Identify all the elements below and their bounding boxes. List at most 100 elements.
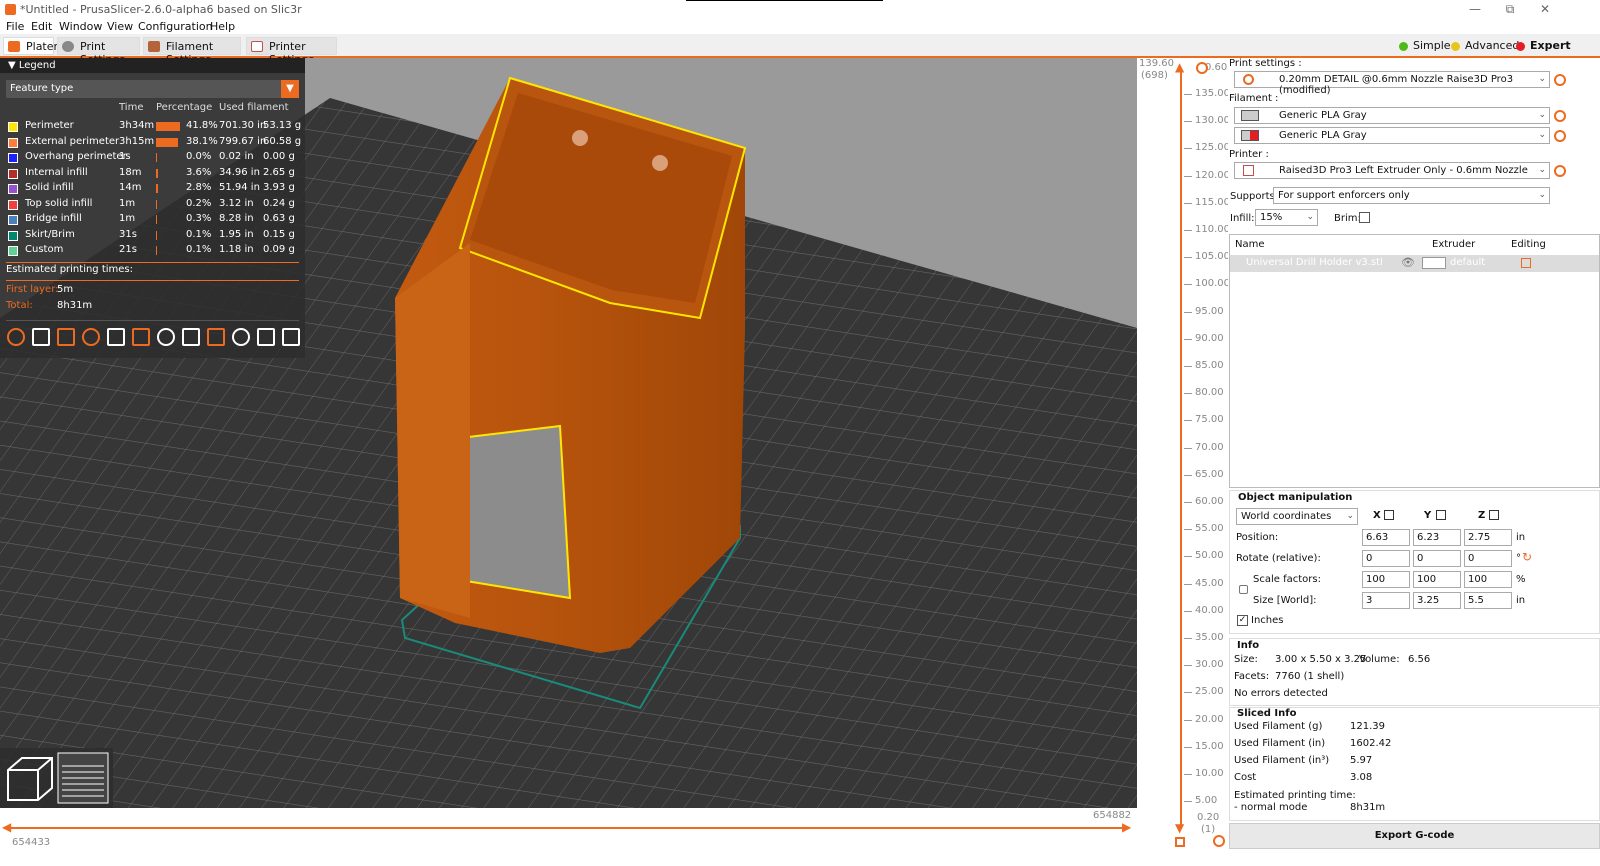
first-layer-label: First layer: (6, 284, 59, 295)
legend-length: 34.96 in (219, 166, 260, 178)
vertical-slider[interactable]: 139.60 (698) 0.60 ▲ ▼ 0.20 (1) 135.00 130… (1137, 58, 1230, 866)
legend-row[interactable]: Bridge infill 1m 0.3% 8.28 in 0.63 g (0, 212, 305, 227)
drop-x-icon[interactable] (1384, 510, 1394, 520)
tool-marker-icon[interactable] (282, 328, 300, 346)
mode-expert[interactable]: Expert (1512, 37, 1576, 55)
printer-select[interactable]: Raised3D Pro3 Left Extruder Only - 0.6mm… (1234, 162, 1550, 179)
pause-prints-icon[interactable] (182, 328, 200, 346)
reset-rotation-icon[interactable]: ↻ (1522, 550, 1532, 564)
close-icon[interactable]: ✕ (1538, 2, 1552, 16)
minimize-icon[interactable]: — (1468, 2, 1482, 16)
menu-help[interactable]: Help (210, 20, 235, 33)
legend-header[interactable]: ▼ Legend (0, 58, 305, 73)
drop-z-icon[interactable] (1489, 510, 1499, 520)
3d-view-icon[interactable] (7, 757, 53, 801)
size-y-input[interactable]: 3.25 (1413, 592, 1461, 609)
rotate-z-input[interactable]: 0 (1464, 550, 1512, 567)
lock-icon[interactable] (1175, 837, 1185, 847)
filament-1-select[interactable]: Generic PLA Gray ⌄ (1234, 107, 1550, 124)
custom-gcodes-icon[interactable] (207, 328, 225, 346)
legend-label: Bridge infill (25, 213, 82, 224)
legend-time: 31s (119, 228, 137, 240)
color-changes-icon[interactable] (157, 328, 175, 346)
h-thumb-right-icon[interactable]: ▶ (1122, 820, 1131, 834)
seams-icon[interactable] (107, 328, 125, 346)
legend-row[interactable]: Top solid infill 1m 0.2% 3.12 in 0.24 g (0, 197, 305, 212)
filament-2-edit-icon[interactable] (1554, 130, 1566, 142)
position-z-input[interactable]: 2.75 (1464, 529, 1512, 546)
filament-1-color-icon (1241, 110, 1259, 121)
eye-icon[interactable]: 👁 (1401, 256, 1415, 269)
wipe-icon[interactable] (32, 328, 50, 346)
deretractions-icon[interactable] (82, 328, 100, 346)
simple-dot-icon (1399, 42, 1408, 51)
menu-view[interactable]: View (107, 20, 133, 33)
v-thumb-bottom-icon[interactable]: ▼ (1175, 821, 1184, 835)
menu-edit[interactable]: Edit (31, 20, 52, 33)
legend-row[interactable]: External perimeter 3h15m 38.1% 799.67 in 60.… (0, 135, 305, 150)
center-of-gravity-icon[interactable] (232, 328, 250, 346)
legend-row[interactable]: Skirt/Brim 31s 0.1% 1.95 in 0.15 g (0, 228, 305, 243)
v-tick-mark (1184, 556, 1192, 558)
size-unit: in (1516, 595, 1526, 606)
sliced-layers-icon[interactable] (57, 752, 109, 804)
legend-time: 21s (119, 244, 137, 255)
brim-checkbox[interactable] (1359, 212, 1370, 223)
legend-row[interactable]: Perimeter 3h34m 41.8% 701.30 in 53.13 g (0, 119, 305, 134)
legend-row[interactable]: Internal infill 18m 3.6% 34.96 in 2.65 g (0, 166, 305, 181)
menu-configuration[interactable]: Configuration (138, 20, 213, 33)
filament-1-edit-icon[interactable] (1554, 110, 1566, 122)
v-tick-label: 20.00 (1195, 713, 1224, 725)
menu-window[interactable]: Window (59, 20, 102, 33)
print-settings-edit-icon[interactable] (1554, 74, 1566, 86)
inches-checkbox[interactable]: ✓ (1237, 615, 1248, 626)
tab-filament-settings[interactable]: Filament Settings (143, 37, 241, 66)
legend-row[interactable]: Custom 21s 0.1% 1.18 in 0.09 g (0, 243, 305, 258)
travel-icon[interactable] (7, 328, 25, 346)
supports-select[interactable]: For support enforcers only ⌄ (1273, 187, 1550, 204)
print-profile-select[interactable]: 0.20mm DETAIL @0.6mm Nozzle Raise3D Pro3… (1234, 71, 1550, 96)
bottom-cog-icon[interactable] (1213, 835, 1225, 847)
v-tick-mark (1184, 393, 1192, 395)
tab-print-settings[interactable]: Print Settings (57, 37, 140, 66)
coordinates-select[interactable]: World coordinates ⌄ (1236, 508, 1358, 525)
view-type-select[interactable]: Feature type ▼ (6, 80, 299, 98)
tab-plater[interactable]: Plater (3, 37, 58, 55)
first-layer-value: 5m (57, 284, 74, 295)
drop-y-icon[interactable] (1436, 510, 1446, 520)
size-z-input[interactable]: 5.5 (1464, 592, 1512, 609)
scale-x-input[interactable]: 100 (1362, 571, 1410, 588)
printer-edit-icon[interactable] (1554, 165, 1566, 177)
menu-bar: File Edit Window View Configuration Help (0, 20, 1600, 34)
scale-y-input[interactable]: 100 (1413, 571, 1461, 588)
v-tick-mark (1184, 529, 1192, 531)
position-y-input[interactable]: 6.23 (1413, 529, 1461, 546)
menu-file[interactable]: File (6, 20, 24, 33)
tab-printer-settings[interactable]: Printer Settings (246, 37, 337, 66)
legend-row[interactable]: Overhang perimeter 1s 0.0% 0.02 in 0.00 g (0, 150, 305, 165)
infill-select[interactable]: 15% ⌄ (1255, 209, 1318, 226)
rotate-y-input[interactable]: 0 (1413, 550, 1461, 567)
horizontal-slider[interactable]: ◀ ▶ 654433 654882 (0, 808, 1137, 866)
rotate-x-input[interactable]: 0 (1362, 550, 1410, 567)
edit-object-icon[interactable] (1521, 258, 1531, 268)
top-cog-icon[interactable] (1196, 62, 1208, 74)
position-x-input[interactable]: 6.63 (1362, 529, 1410, 546)
normal-mode-value: 8h31m (1350, 802, 1386, 813)
lock-scale-icon[interactable] (1239, 585, 1248, 594)
v-tick-mark (1184, 746, 1192, 748)
filament-2-select[interactable]: Generic PLA Gray ⌄ (1234, 127, 1550, 144)
export-gcode-button[interactable]: Export G-code (1229, 823, 1600, 849)
size-x-input[interactable]: 3 (1362, 592, 1410, 609)
scale-z-input[interactable]: 100 (1464, 571, 1512, 588)
object-row[interactable]: Universal Drill Holder v3.stl 👁 default (1230, 255, 1599, 272)
advanced-dot-icon (1451, 42, 1460, 51)
chevron-down-icon: ⌄ (1306, 212, 1314, 222)
legend-row[interactable]: Solid infill 14m 2.8% 51.94 in 3.93 g (0, 181, 305, 196)
v-thumb-top-icon[interactable]: ▲ (1175, 60, 1184, 74)
tool-changes-icon[interactable] (132, 328, 150, 346)
h-thumb-left-icon[interactable]: ◀ (2, 820, 11, 834)
retractions-icon[interactable] (57, 328, 75, 346)
restore-icon[interactable]: ⧉ (1503, 2, 1517, 16)
shells-icon[interactable] (257, 328, 275, 346)
